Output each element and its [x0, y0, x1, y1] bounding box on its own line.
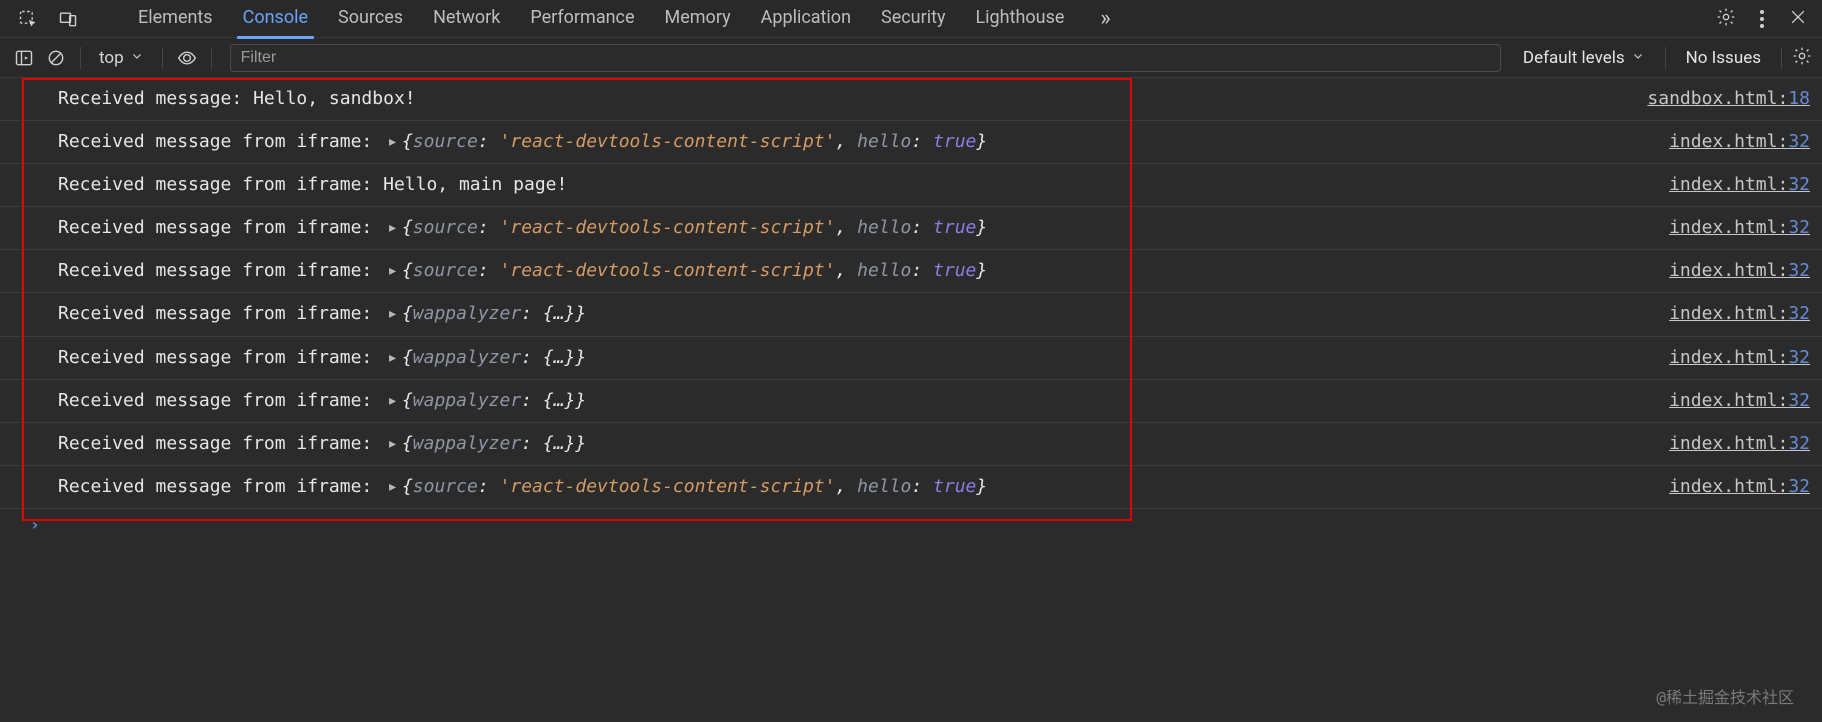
console-log-row: Received message from iframe: ▸{wappalyz…: [0, 380, 1822, 423]
expand-object-icon[interactable]: ▸: [387, 474, 398, 500]
log-object[interactable]: {wappalyzer: {…}}: [402, 431, 586, 457]
source-link[interactable]: sandbox.html:18: [1623, 86, 1810, 112]
separator: [211, 47, 212, 69]
watermark-text: @稀土掘金技术社区: [1656, 684, 1794, 708]
separator: [1781, 47, 1782, 69]
issues-count[interactable]: No Issues: [1676, 48, 1771, 68]
source-link[interactable]: index.html:32: [1645, 172, 1810, 198]
console-log-row: Received message from iframe: ▸{wappalyz…: [0, 337, 1822, 380]
console-log-row: Received message from iframe: ▸{source: …: [0, 250, 1822, 293]
log-message: Received message from iframe: ▸{wappalyz…: [58, 388, 586, 414]
levels-label: Default levels: [1523, 48, 1625, 68]
sidebar-toggle-icon[interactable]: [10, 44, 38, 72]
log-object[interactable]: {source: 'react-devtools-content-script'…: [402, 474, 987, 500]
log-message: Received message from iframe: ▸{wappalyz…: [58, 301, 586, 327]
live-expression-icon[interactable]: [173, 44, 201, 72]
clear-console-icon[interactable]: [42, 44, 70, 72]
source-link[interactable]: index.html:32: [1645, 388, 1810, 414]
log-object[interactable]: {wappalyzer: {…}}: [402, 345, 586, 371]
tab-network[interactable]: Network: [429, 1, 504, 36]
log-message: Received message from iframe: ▸{wappalyz…: [58, 431, 586, 457]
panel-tabs: Elements Console Sources Network Performance…: [134, 1, 1068, 36]
source-link[interactable]: index.html:32: [1645, 129, 1810, 155]
expand-object-icon[interactable]: ▸: [387, 215, 398, 241]
log-message: Received message from iframe: ▸{source: …: [58, 129, 987, 155]
console-settings-icon[interactable]: [1792, 46, 1812, 70]
tab-memory[interactable]: Memory: [661, 1, 735, 36]
filter-input[interactable]: [230, 44, 1501, 72]
log-object[interactable]: {wappalyzer: {…}}: [402, 301, 586, 327]
more-options-icon[interactable]: [1760, 10, 1764, 28]
console-toolbar: top Default levels No Issues: [0, 38, 1822, 78]
log-message: Received message from iframe: Hello, mai…: [58, 172, 567, 198]
log-message: Received message: Hello, sandbox!: [58, 86, 416, 112]
expand-object-icon[interactable]: ▸: [387, 388, 398, 414]
log-message: Received message from iframe: ▸{source: …: [58, 474, 987, 500]
console-log-row: Received message: Hello, sandbox! sandbox…: [0, 78, 1822, 121]
devtools-tabs-bar: Elements Console Sources Network Performance…: [0, 0, 1822, 38]
log-object[interactable]: {source: 'react-devtools-content-script'…: [402, 215, 987, 241]
log-levels-select[interactable]: Default levels: [1513, 48, 1655, 68]
tab-sources[interactable]: Sources: [334, 1, 407, 36]
expand-object-icon[interactable]: ▸: [387, 345, 398, 371]
tab-elements[interactable]: Elements: [134, 1, 217, 36]
close-icon[interactable]: [1788, 7, 1808, 31]
expand-object-icon[interactable]: ▸: [387, 301, 398, 327]
console-log-row: Received message from iframe: ▸{wappalyz…: [0, 293, 1822, 336]
tab-security[interactable]: Security: [877, 1, 949, 36]
source-link[interactable]: index.html:32: [1645, 431, 1810, 457]
log-message: Received message from iframe: ▸{source: …: [58, 258, 987, 284]
execution-context-select[interactable]: top: [91, 48, 152, 68]
expand-object-icon[interactable]: ▸: [387, 258, 398, 284]
log-message: Received message from iframe: ▸{wappalyz…: [58, 345, 586, 371]
console-prompt[interactable]: ›: [0, 509, 1822, 540]
source-link[interactable]: index.html:32: [1645, 345, 1810, 371]
source-link[interactable]: index.html:32: [1645, 474, 1810, 500]
console-log-row: Received message from iframe: ▸{source: …: [0, 121, 1822, 164]
tab-lighthouse[interactable]: Lighthouse: [971, 1, 1068, 36]
source-link[interactable]: index.html:32: [1645, 301, 1810, 327]
console-log-row: Received message from iframe: ▸{source: …: [0, 466, 1822, 509]
log-message: Received message from iframe: ▸{source: …: [58, 215, 987, 241]
console-log-area: Received message: Hello, sandbox! sandbox…: [0, 78, 1822, 722]
prompt-chevron-icon: ›: [30, 515, 40, 534]
console-log-row: Received message from iframe: ▸{wappalyz…: [0, 423, 1822, 466]
log-object[interactable]: {source: 'react-devtools-content-script'…: [402, 258, 987, 284]
chevron-down-icon: [130, 51, 144, 65]
device-toolbar-icon[interactable]: [54, 5, 82, 33]
console-log-row: Received message from iframe: ▸{source: …: [0, 207, 1822, 250]
context-label: top: [99, 48, 124, 68]
separator: [162, 47, 163, 69]
log-object[interactable]: {wappalyzer: {…}}: [402, 388, 586, 414]
source-link[interactable]: index.html:32: [1645, 215, 1810, 241]
separator: [80, 47, 81, 69]
tab-application[interactable]: Application: [757, 1, 855, 36]
tab-console[interactable]: Console: [239, 1, 312, 36]
source-link[interactable]: index.html:32: [1645, 258, 1810, 284]
devtools-right-controls: [1716, 7, 1816, 31]
gear-icon[interactable]: [1716, 7, 1736, 31]
separator: [1665, 47, 1666, 69]
overflow-tabs-icon[interactable]: »: [1100, 6, 1108, 31]
inspect-tools: [6, 5, 90, 33]
expand-object-icon[interactable]: ▸: [387, 129, 398, 155]
console-log-row: Received message from iframe: Hello, mai…: [0, 164, 1822, 207]
tab-performance[interactable]: Performance: [526, 1, 638, 36]
chevron-down-icon: [1631, 51, 1645, 65]
log-object[interactable]: {source: 'react-devtools-content-script'…: [402, 129, 987, 155]
expand-object-icon[interactable]: ▸: [387, 431, 398, 457]
inspect-element-icon[interactable]: [14, 5, 42, 33]
